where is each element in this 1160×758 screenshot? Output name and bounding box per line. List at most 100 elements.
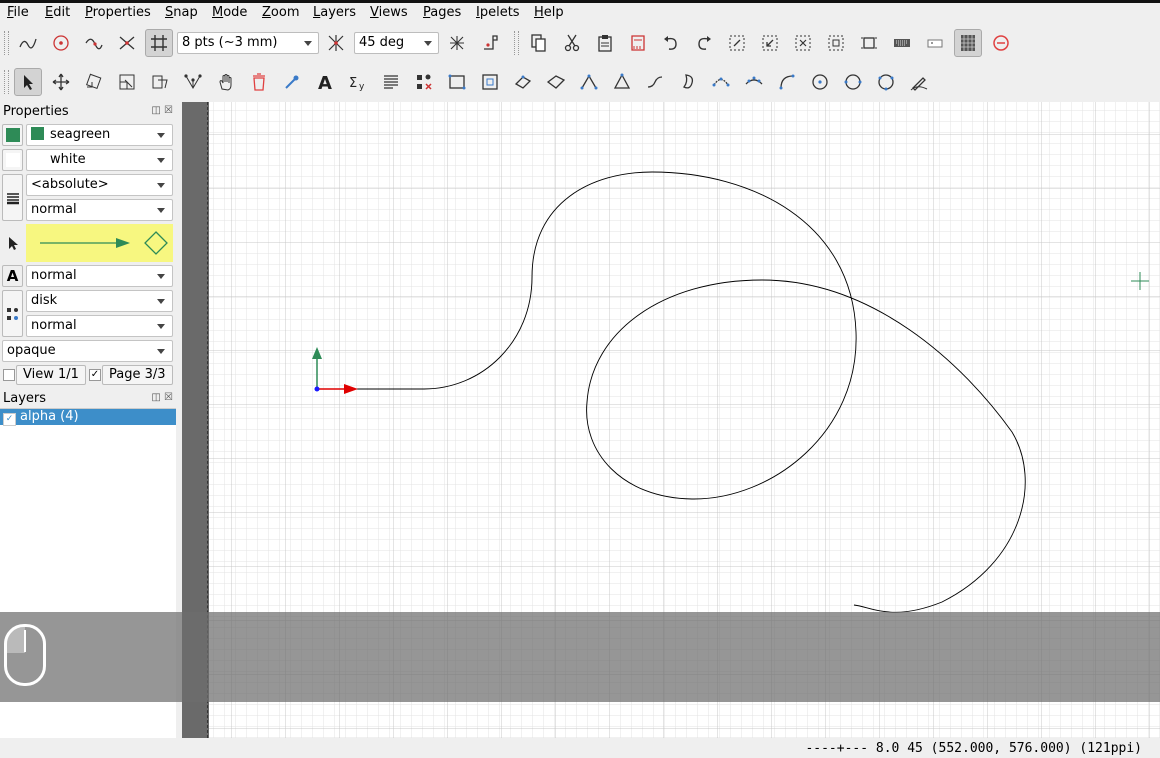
polygon-mode-icon[interactable] — [543, 69, 569, 95]
grid-toggle-icon[interactable] — [954, 29, 982, 57]
snap-vertex-icon[interactable] — [15, 30, 41, 56]
stroke-color-icon[interactable] — [2, 124, 23, 146]
view-button[interactable]: View 1/1 — [16, 365, 86, 385]
toolbar-grip[interactable] — [4, 31, 9, 55]
zoom-selection-icon[interactable] — [757, 30, 783, 56]
dash-style-select[interactable]: normal — [26, 199, 173, 221]
menu-ipelets[interactable]: Ipelets — [476, 5, 520, 20]
snap-grid-icon[interactable] — [145, 29, 173, 57]
undo-icon[interactable] — [658, 30, 684, 56]
fill-color-icon[interactable] — [2, 149, 23, 171]
menu-snap[interactable]: Snap — [165, 5, 198, 20]
text-mode-icon[interactable]: A — [312, 69, 338, 95]
menu-views[interactable]: Views — [370, 5, 408, 20]
fill-color-select[interactable]: white — [26, 149, 173, 171]
mark-shape-select[interactable]: disk — [26, 290, 173, 312]
menu-layers[interactable]: Layers — [313, 5, 356, 20]
toolbar-grip[interactable] — [4, 70, 9, 94]
view-checkbox[interactable] — [3, 369, 15, 381]
label-icon[interactable] — [922, 30, 948, 56]
rectangle-mode-icon[interactable] — [444, 69, 470, 95]
triangle-mode-icon[interactable] — [609, 69, 635, 95]
mark-size-select[interactable]: normal — [26, 315, 173, 337]
stroke-color-select[interactable]: seagreen — [26, 124, 173, 146]
angle-select[interactable]: 45 deg — [354, 32, 439, 54]
toolbar-grip[interactable] — [514, 31, 519, 55]
spline-mode-icon[interactable] — [642, 69, 668, 95]
ink-mode-icon[interactable] — [906, 69, 932, 95]
cardinal-spline-mode-icon[interactable] — [741, 69, 767, 95]
circle-diameter-mode-icon[interactable] — [840, 69, 866, 95]
menu-mode[interactable]: Mode — [212, 5, 247, 20]
stretch-mode-icon[interactable] — [114, 69, 140, 95]
closed-spline-mode-icon[interactable] — [675, 69, 701, 95]
snap-center-icon[interactable] — [48, 30, 74, 56]
paragraph-mode-icon[interactable] — [378, 69, 404, 95]
translate-mode-icon[interactable] — [48, 69, 74, 95]
delete-icon[interactable] — [625, 30, 651, 56]
zoom-frame-icon[interactable] — [856, 30, 882, 56]
mark-shape-icon[interactable] — [2, 290, 23, 337]
dock-float-close-icon[interactable]: ◫ ☒ — [151, 105, 173, 116]
menu-edit[interactable]: Edit — [45, 5, 70, 20]
shear-mode-icon[interactable] — [147, 69, 173, 95]
graph-mode-icon[interactable] — [180, 69, 206, 95]
attribute-picker-icon[interactable] — [279, 69, 305, 95]
circle-mode-icon[interactable] — [807, 69, 833, 95]
page-button[interactable]: Page 3/3 — [102, 365, 173, 385]
select-mode-icon[interactable] — [14, 68, 42, 96]
text-size-select[interactable]: normal — [26, 265, 173, 287]
snap-boundary-icon[interactable] — [81, 30, 107, 56]
status-bar: ----+--- 8.0 45 (552.000, 576.000) (121p… — [0, 738, 1160, 758]
mouse-indicator-overlay — [0, 612, 1160, 702]
layers-title: Layers — [3, 391, 47, 406]
redo-icon[interactable] — [691, 30, 717, 56]
menu-bar: File Edit Properties Snap Mode Zoom Laye… — [0, 3, 1160, 23]
status-coordinates: ----+--- 8.0 45 (552.000, 576.000) (121p… — [805, 741, 1142, 756]
bspline-mode-icon[interactable] — [708, 69, 734, 95]
snap-angular-icon[interactable] — [323, 30, 349, 56]
svg-text:Σ: Σ — [349, 76, 357, 91]
layer-visibility-checkbox[interactable]: ✓ — [3, 413, 16, 426]
keyboard-icon[interactable] — [889, 30, 915, 56]
text-size-icon[interactable]: A — [2, 265, 23, 287]
pen-width-icon[interactable] — [2, 174, 23, 221]
parallelogram-mode-icon[interactable] — [510, 69, 536, 95]
trash-icon[interactable] — [246, 69, 272, 95]
zoom-fit-icon[interactable] — [724, 30, 750, 56]
menu-help[interactable]: Help — [534, 5, 564, 20]
grid-size-select[interactable]: 8 pts (~3 mm) — [177, 32, 319, 54]
rotate-mode-icon[interactable] — [81, 69, 107, 95]
layer-label: alpha (4) — [20, 409, 79, 424]
copy-icon[interactable] — [525, 30, 551, 56]
box-mode-icon[interactable] — [477, 69, 503, 95]
mode-toolbar: A Σy — [0, 63, 1160, 101]
menu-zoom[interactable]: Zoom — [262, 5, 299, 20]
menu-file[interactable]: File — [7, 5, 29, 20]
circle-three-points-mode-icon[interactable] — [873, 69, 899, 95]
cut-icon[interactable] — [559, 30, 585, 56]
snap-toolbar: 8 pts (~3 mm) 45 deg — [0, 24, 1160, 62]
menu-pages[interactable]: Pages — [423, 5, 461, 20]
arrow-style-preview[interactable] — [26, 224, 173, 262]
arrow-toggle-icon[interactable] — [2, 224, 23, 262]
polyline-mode-icon[interactable] — [576, 69, 602, 95]
zoom-width-icon[interactable] — [823, 30, 849, 56]
layers-dock-float-close-icon[interactable]: ◫ ☒ — [151, 392, 173, 403]
zoom-out-icon[interactable] — [988, 30, 1014, 56]
page-checkbox[interactable]: ✓ — [89, 369, 101, 381]
mark-mode-icon[interactable] — [411, 69, 437, 95]
math-mode-icon[interactable]: Σy — [345, 69, 371, 95]
snap-custom-icon[interactable] — [477, 30, 503, 56]
arc-mode-icon[interactable] — [774, 69, 800, 95]
opacity-select[interactable]: opaque — [2, 340, 173, 362]
properties-title: Properties — [3, 104, 69, 119]
zoom-page-icon[interactable] — [790, 30, 816, 56]
snap-intersection-icon[interactable] — [114, 30, 140, 56]
pan-mode-icon[interactable] — [213, 69, 239, 95]
paste-icon[interactable] — [592, 30, 618, 56]
snap-auto-angular-icon[interactable] — [444, 30, 470, 56]
layer-item[interactable]: ✓ alpha (4) — [0, 409, 176, 426]
menu-properties[interactable]: Properties — [85, 5, 151, 20]
pen-width-select[interactable]: <absolute> — [26, 174, 173, 196]
